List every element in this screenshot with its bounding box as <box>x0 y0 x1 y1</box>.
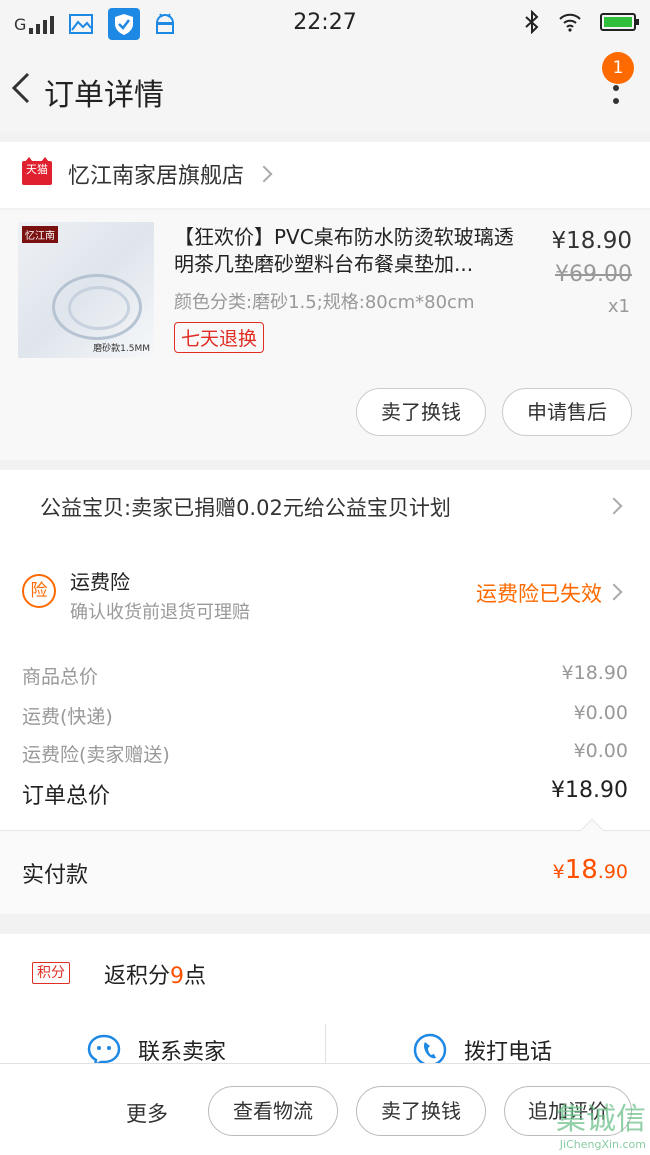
thumbnail-logo: 忆江南 <box>22 226 58 243</box>
shop-name[interactable]: 忆江南家居旗舰店 <box>68 158 244 190</box>
view-logistics-button[interactable]: 查看物流 <box>208 1086 338 1136</box>
amount-paid-row: 实付款 ¥18.90 <box>0 818 650 914</box>
product-title[interactable]: 【狂欢价】PVC桌布防水防烫软玻璃透明茶几垫磨砂塑料台布餐桌垫加... <box>174 224 524 278</box>
shipping-fee-row: 运费(快递) ¥0.00 <box>22 702 628 729</box>
points-number: 9 <box>170 964 185 989</box>
bluetooth-icon <box>525 10 539 34</box>
watermark-logo: 集诚信 <box>556 1102 646 1137</box>
charity-text: 公益宝贝:卖家已捐赠0.02元给公益宝贝计划 <box>40 496 451 520</box>
status-bar: G 22:27 <box>0 0 650 44</box>
phone-icon <box>413 1033 447 1067</box>
thumbnail-graphic-inner <box>68 286 130 330</box>
insurance-icon: 险 <box>22 574 56 608</box>
amount-paid-label: 实付款 <box>22 863 89 888</box>
amount-paid-decimal: .90 <box>597 861 628 883</box>
bottom-action-bar: 更多 查看物流 卖了换钱 追加评价 集诚信 JiChengXin.com <box>0 1063 650 1155</box>
thumbnail-caption: 磨砂款1.5MM <box>93 344 150 354</box>
product-spec: 颜色分类:磨砂1.5;规格:80cm*80cm <box>174 292 475 313</box>
amount-paid-value: ¥18.90 <box>553 855 628 885</box>
insurance-title: 运费险 <box>70 570 130 594</box>
status-right <box>524 10 639 34</box>
charity-row[interactable]: 公益宝贝:卖家已捐赠0.02元给公益宝贝计划 <box>0 470 650 540</box>
subtotal-row: 商品总价 ¥18.90 <box>22 662 628 689</box>
product-item[interactable]: 忆江南 磨砂款1.5MM 【狂欢价】PVC桌布防水防烫软玻璃透明茶几垫磨砂塑料台… <box>0 210 650 460</box>
subtotal-value: ¥18.90 <box>561 662 628 684</box>
points-prefix: 返积分 <box>104 964 171 989</box>
points-text: 返积分9点 <box>104 958 206 990</box>
sell-for-cash-bottom-button[interactable]: 卖了换钱 <box>356 1086 486 1136</box>
product-quantity: x1 <box>607 296 630 317</box>
shop-row[interactable]: 天猫 忆江南家居旗舰店 <box>0 142 650 208</box>
insurance-fee-value: ¥0.00 <box>573 740 628 762</box>
shipping-fee-value: ¥0.00 <box>573 702 628 724</box>
divider <box>325 1024 326 1064</box>
insurance-fee-label: 运费险(卖家赠送) <box>22 744 170 766</box>
order-total-value: ¥18.90 <box>551 778 628 803</box>
insurance-fee-row: 运费险(卖家赠送) ¥0.00 <box>22 740 628 767</box>
chevron-right-icon <box>255 165 273 183</box>
return-policy-tag: 七天退换 <box>174 322 265 353</box>
insurance-status[interactable]: 运费险已失效 <box>476 578 602 608</box>
product-thumbnail[interactable]: 忆江南 磨砂款1.5MM <box>18 222 154 358</box>
points-section: 积分 返积分9点 联系卖家 拨打电话 <box>0 934 650 1067</box>
wifi-icon <box>559 13 581 32</box>
chat-icon <box>87 1034 121 1067</box>
shipping-insurance-row[interactable]: 险 运费险 确认收货前退货可理赔 运费险已失效 <box>0 540 650 640</box>
shipping-fee-label: 运费(快递) <box>22 706 113 728</box>
amount-paid-integer: 18 <box>564 855 598 885</box>
watermark-url: JiChengXin.com <box>559 1138 646 1151</box>
insurance-subtitle: 确认收货前退货可理赔 <box>70 602 250 623</box>
product-original-price: ¥69.00 <box>555 262 632 287</box>
sell-for-cash-button[interactable]: 卖了换钱 <box>356 388 486 436</box>
chevron-right-icon <box>605 583 623 601</box>
order-total-label: 订单总价 <box>22 784 111 809</box>
more-button[interactable]: 更多 <box>126 1098 168 1128</box>
chevron-right-icon <box>605 497 623 515</box>
battery-icon <box>600 13 639 31</box>
apply-after-sale-button[interactable]: 申请售后 <box>502 388 632 436</box>
notification-badge: 1 <box>602 52 634 84</box>
order-total-row: 订单总价 ¥18.90 <box>22 778 628 810</box>
amount-paid-currency: ¥ <box>552 861 565 883</box>
product-price: ¥18.90 <box>551 228 632 254</box>
price-breakdown: 商品总价 ¥18.90 运费(快递) ¥0.00 运费险(卖家赠送) ¥0.00… <box>0 640 650 830</box>
nav-header: 订单详情 1 <box>0 44 650 132</box>
points-suffix: 点 <box>184 964 207 989</box>
back-button[interactable] <box>8 70 38 106</box>
page-title: 订单详情 <box>44 78 164 113</box>
call-phone-label: 拨打电话 <box>464 1040 553 1065</box>
contact-seller-label: 联系卖家 <box>138 1040 227 1065</box>
points-tag: 积分 <box>32 962 70 984</box>
subtotal-label: 商品总价 <box>22 666 99 688</box>
tmall-icon: 天猫 <box>22 157 52 185</box>
watermark: 集诚信 JiChengXin.com <box>556 1094 646 1151</box>
